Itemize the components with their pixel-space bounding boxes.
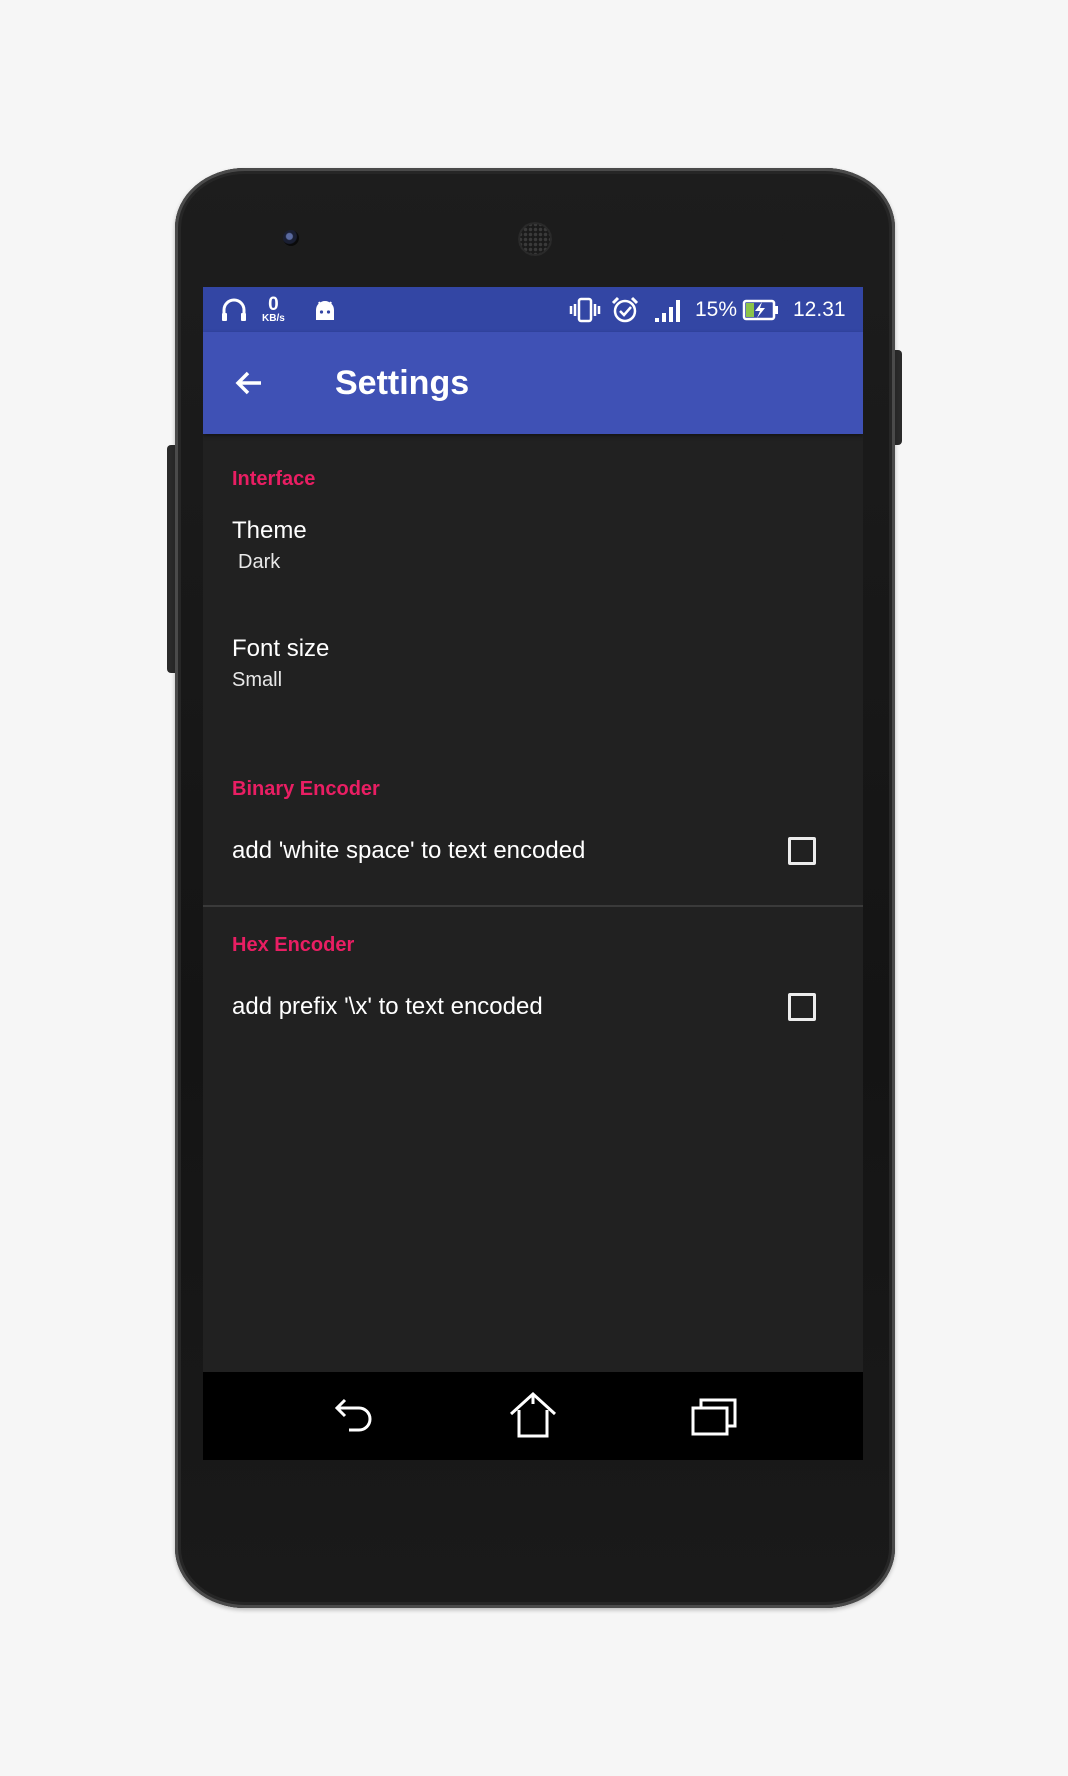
font-size-summary: Small bbox=[232, 669, 283, 691]
network-speed: 0 KB/s bbox=[262, 287, 285, 332]
network-speed-value: 0 bbox=[268, 294, 279, 315]
theme-preference[interactable]: Theme Dark bbox=[203, 502, 863, 622]
binary-whitespace-title: add 'white space' to text encoded bbox=[232, 837, 586, 864]
hex-prefix-checkbox[interactable] bbox=[788, 993, 816, 1021]
battery-percent: 15% bbox=[695, 297, 738, 321]
power-button bbox=[894, 350, 902, 445]
theme-title: Theme bbox=[232, 517, 307, 544]
font-size-title: Font size bbox=[232, 635, 330, 662]
proximity-sensor bbox=[759, 232, 769, 242]
binary-whitespace-preference[interactable]: add 'white space' to text encoded bbox=[203, 809, 863, 909]
navigation-bar bbox=[203, 1372, 863, 1460]
recents-icon[interactable] bbox=[683, 1386, 743, 1446]
vibrate-icon bbox=[569, 287, 601, 332]
hex-prefix-preference[interactable]: add prefix '\x' to text encoded bbox=[203, 965, 863, 1065]
clock: 12.31 bbox=[793, 297, 846, 321]
hex-prefix-title: add prefix '\x' to text encoded bbox=[232, 993, 543, 1020]
category-binary-encoder: Binary Encoder bbox=[232, 778, 380, 800]
alarm-icon bbox=[610, 287, 640, 332]
binary-whitespace-checkbox[interactable] bbox=[788, 837, 816, 865]
page-title: Settings bbox=[335, 364, 470, 402]
signal-icon bbox=[653, 287, 685, 332]
app-bar: Settings bbox=[203, 332, 863, 434]
earpiece-speaker bbox=[518, 222, 552, 256]
category-hex-encoder: Hex Encoder bbox=[232, 934, 355, 956]
theme-summary: Dark bbox=[238, 551, 281, 573]
home-icon[interactable] bbox=[503, 1386, 563, 1446]
battery-charging-icon bbox=[742, 287, 780, 332]
arrow-back-icon[interactable] bbox=[228, 362, 270, 404]
light-sensor bbox=[782, 233, 790, 241]
back-icon[interactable] bbox=[323, 1386, 383, 1446]
phone-screen: 0 KB/s 15% 12.31 Settings Interface Them… bbox=[203, 287, 863, 1460]
font-size-preference[interactable]: Font size Small bbox=[203, 619, 863, 729]
status-bar: 0 KB/s 15% 12.31 bbox=[203, 287, 863, 332]
settings-list: Interface Theme Dark Font size Small Bin… bbox=[203, 434, 863, 1219]
headphones-icon bbox=[220, 287, 248, 332]
android-icon bbox=[313, 287, 337, 332]
network-speed-unit: KB/s bbox=[262, 313, 285, 324]
front-camera bbox=[283, 230, 299, 246]
category-interface: Interface bbox=[232, 468, 316, 490]
